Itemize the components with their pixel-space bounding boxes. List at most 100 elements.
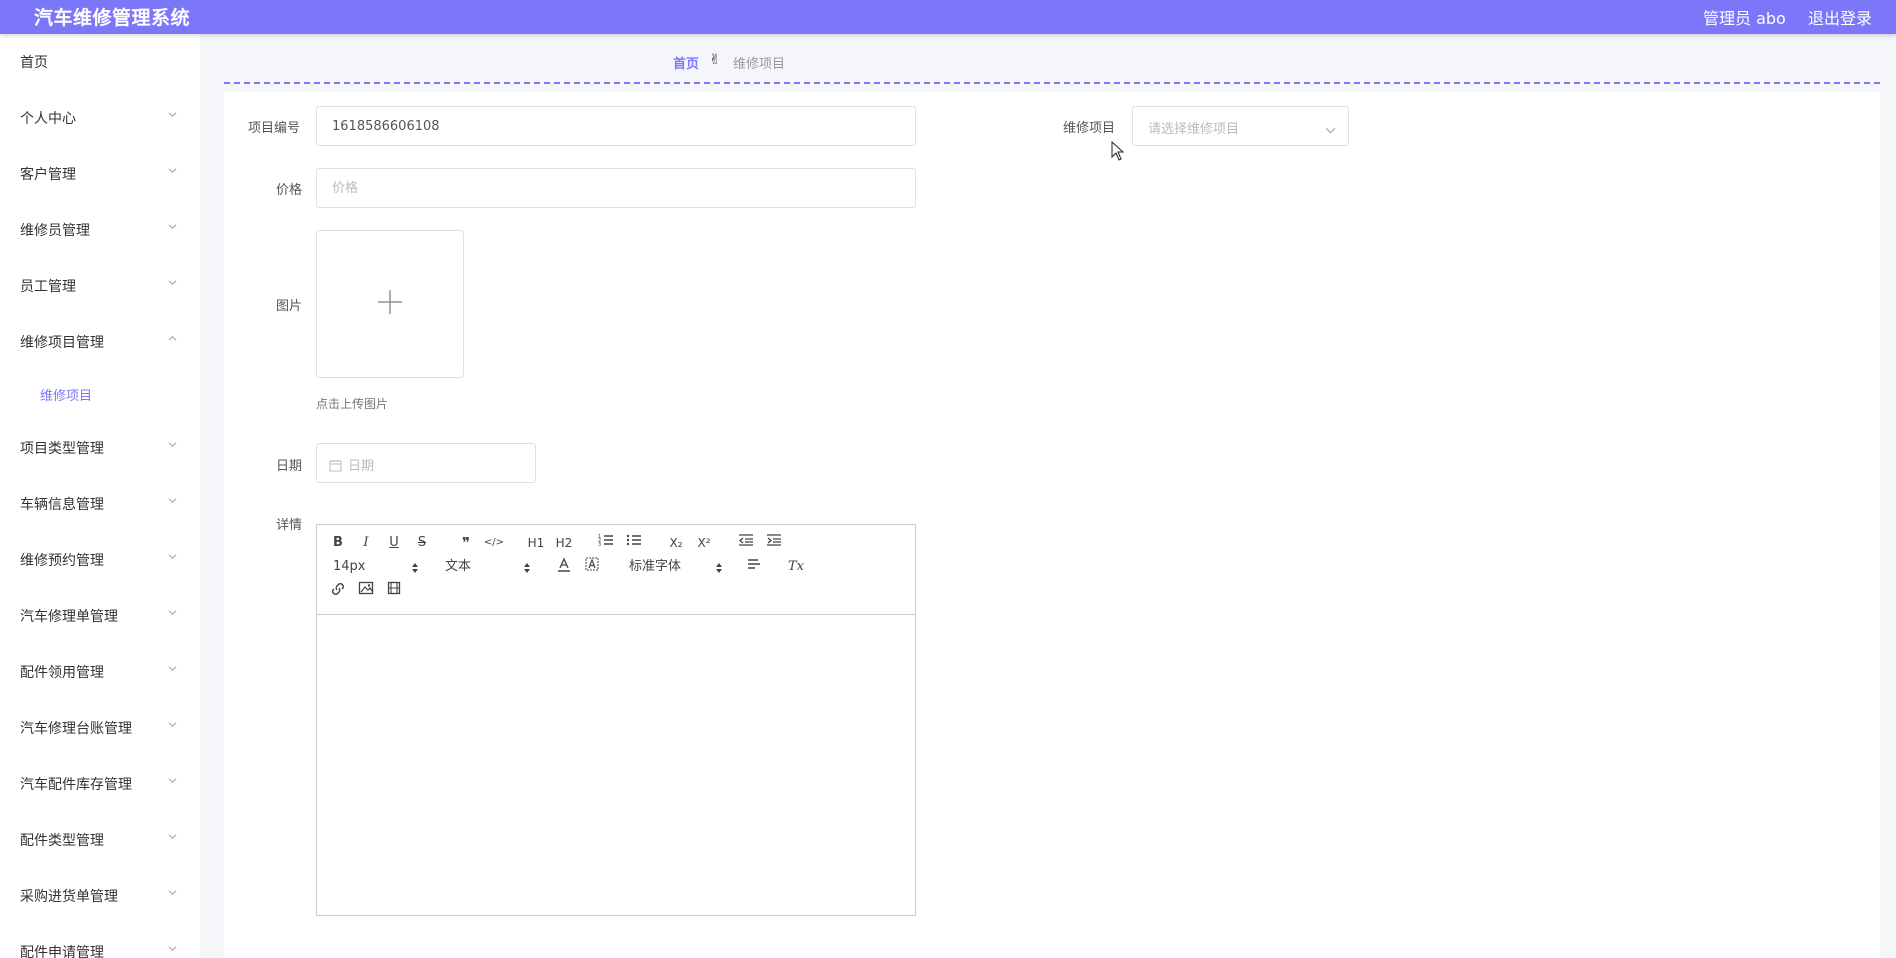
sidebar-item-label: 个人中心 <box>20 111 76 127</box>
italic-button[interactable]: I <box>355 533 377 553</box>
sidebar-item-label: 维修员管理 <box>20 223 90 239</box>
h1-button[interactable]: H1 <box>525 533 547 553</box>
chevron-down-icon <box>168 496 177 505</box>
sidebar-item-employees[interactable]: 员工管理 <box>0 266 200 306</box>
chevron-down-icon <box>168 832 177 841</box>
sidebar-item-label: 采购进货单管理 <box>20 889 118 905</box>
logout-link[interactable]: 退出登录 <box>1808 5 1872 29</box>
quote-button[interactable]: ❞ <box>455 533 477 553</box>
sidebar-item-parts-usage[interactable]: 配件领用管理 <box>0 652 200 692</box>
sidebar-item-label: 客户管理 <box>20 167 76 183</box>
code-button[interactable]: </> <box>483 533 505 553</box>
sidebar-item-label: 维修预约管理 <box>20 553 104 569</box>
chevron-down-icon <box>168 222 177 231</box>
chevron-down-icon <box>168 664 177 673</box>
date-picker[interactable]: 日期 <box>316 443 536 483</box>
font-family-value: 标准字体 <box>629 559 682 574</box>
chevron-down-icon <box>168 944 177 953</box>
project-select[interactable]: 请选择维修项目 <box>1132 106 1349 146</box>
font-size-select[interactable]: 14px <box>333 557 423 577</box>
hand-icon: ✌ <box>709 52 721 68</box>
strike-button[interactable]: S <box>411 533 433 553</box>
indent-icon[interactable] <box>763 533 785 553</box>
detail-label: 详情 <box>276 518 303 533</box>
sidebar-item-label: 配件申请管理 <box>20 945 104 958</box>
rich-text-editor: B I U S ❞ </> H1 H2 123 X₂ X² 14px 文本 标准… <box>316 524 916 916</box>
superscript-button[interactable]: X² <box>693 533 715 553</box>
sidebar-item-label: 车辆信息管理 <box>20 497 104 513</box>
sidebar-item-label: 首页 <box>20 55 48 71</box>
h2-button[interactable]: H2 <box>553 533 575 553</box>
sidebar-item-part-types[interactable]: 配件类型管理 <box>0 820 200 860</box>
chevron-down-icon <box>168 166 177 175</box>
chevron-down-icon <box>168 110 177 119</box>
calendar-icon <box>329 457 342 476</box>
bullet-list-icon[interactable] <box>623 533 645 553</box>
app-title: 汽车维修管理系统 <box>34 7 191 29</box>
link-icon[interactable] <box>327 581 349 601</box>
plus-icon <box>376 288 404 320</box>
text-color-icon[interactable] <box>553 557 575 577</box>
sidebar-item-home[interactable]: 首页 <box>0 42 200 82</box>
chevron-down-icon <box>168 552 177 561</box>
ordered-list-icon[interactable]: 123 <box>595 533 617 553</box>
price-input[interactable] <box>316 168 916 208</box>
font-family-select[interactable]: 标准字体 <box>629 557 729 577</box>
sidebar-item-personal-center[interactable]: 个人中心 <box>0 98 200 138</box>
image-label: 图片 <box>276 299 303 314</box>
sidebar-item-parts-requests[interactable]: 配件申请管理 <box>0 932 200 958</box>
subscript-button[interactable]: X₂ <box>665 533 687 553</box>
sidebar-item-repair-projects[interactable]: 维修项目管理 <box>0 322 200 362</box>
top-bar: 汽车维修管理系统 管理员 abo 退出登录 <box>0 0 1896 34</box>
chevron-down-icon <box>168 440 177 449</box>
breadcrumb-divider <box>224 82 1880 84</box>
breadcrumb-home[interactable]: 首页 <box>673 53 699 72</box>
editor-content[interactable] <box>317 616 915 915</box>
bold-button[interactable]: B <box>327 533 349 553</box>
upload-hint: 点击上传图片 <box>316 397 389 411</box>
svg-text:3: 3 <box>598 542 601 547</box>
code-input[interactable] <box>316 106 916 146</box>
sidebar-item-customers[interactable]: 客户管理 <box>0 154 200 194</box>
sidebar-item-appointments[interactable]: 维修预约管理 <box>0 540 200 580</box>
user-name: 管理员 abo <box>1703 9 1786 28</box>
chevron-down-icon <box>168 720 177 729</box>
sidebar-subitem-repair-project[interactable]: 维修项目 <box>0 376 200 412</box>
sidebar-item-label: 员工管理 <box>20 279 76 295</box>
chevron-down-icon <box>168 776 177 785</box>
sidebar-item-label: 配件类型管理 <box>20 833 104 849</box>
underline-button[interactable]: U <box>383 533 405 553</box>
chevron-down-icon <box>1325 121 1336 140</box>
sidebar-item-vehicles[interactable]: 车辆信息管理 <box>0 484 200 524</box>
image-icon[interactable] <box>355 581 377 601</box>
sidebar-subitem-label: 维修项目 <box>40 389 93 404</box>
sidebar-item-project-types[interactable]: 项目类型管理 <box>0 428 200 468</box>
code-label: 项目编号 <box>248 121 301 136</box>
background-color-icon[interactable] <box>581 557 603 577</box>
video-icon[interactable] <box>383 581 405 601</box>
mouse-cursor-icon <box>1111 140 1125 165</box>
updown-icon <box>715 561 723 581</box>
chevron-down-icon <box>168 888 177 897</box>
outdent-icon[interactable] <box>735 533 757 553</box>
sidebar-item-repair-ledger[interactable]: 汽车修理台账管理 <box>0 708 200 748</box>
sidebar-item-label: 汽车修理单管理 <box>20 609 118 625</box>
sidebar-item-label: 汽车修理台账管理 <box>20 721 132 737</box>
sidebar-item-label: 汽车配件库存管理 <box>20 777 132 793</box>
price-label: 价格 <box>276 183 303 198</box>
image-upload[interactable] <box>316 230 464 378</box>
header-select[interactable]: 文本 <box>445 557 535 577</box>
font-size-value: 14px <box>333 559 366 574</box>
sidebar-item-repair-orders[interactable]: 汽车修理单管理 <box>0 596 200 636</box>
updown-icon <box>523 561 531 581</box>
chevron-up-icon <box>168 334 177 343</box>
align-left-icon[interactable] <box>743 557 765 577</box>
sidebar-item-parts-inventory[interactable]: 汽车配件库存管理 <box>0 764 200 804</box>
date-label: 日期 <box>276 459 303 474</box>
clean-format-button[interactable]: Tx <box>785 557 807 577</box>
sidebar-item-label: 项目类型管理 <box>20 441 104 457</box>
sidebar-item-purchase-orders[interactable]: 采购进货单管理 <box>0 876 200 916</box>
sidebar: 首页 个人中心 客户管理 维修员管理 员工管理 维修项目管理 维修项目 项目类型… <box>0 34 200 958</box>
sidebar-item-repairers[interactable]: 维修员管理 <box>0 210 200 250</box>
header-value: 文本 <box>445 559 472 574</box>
